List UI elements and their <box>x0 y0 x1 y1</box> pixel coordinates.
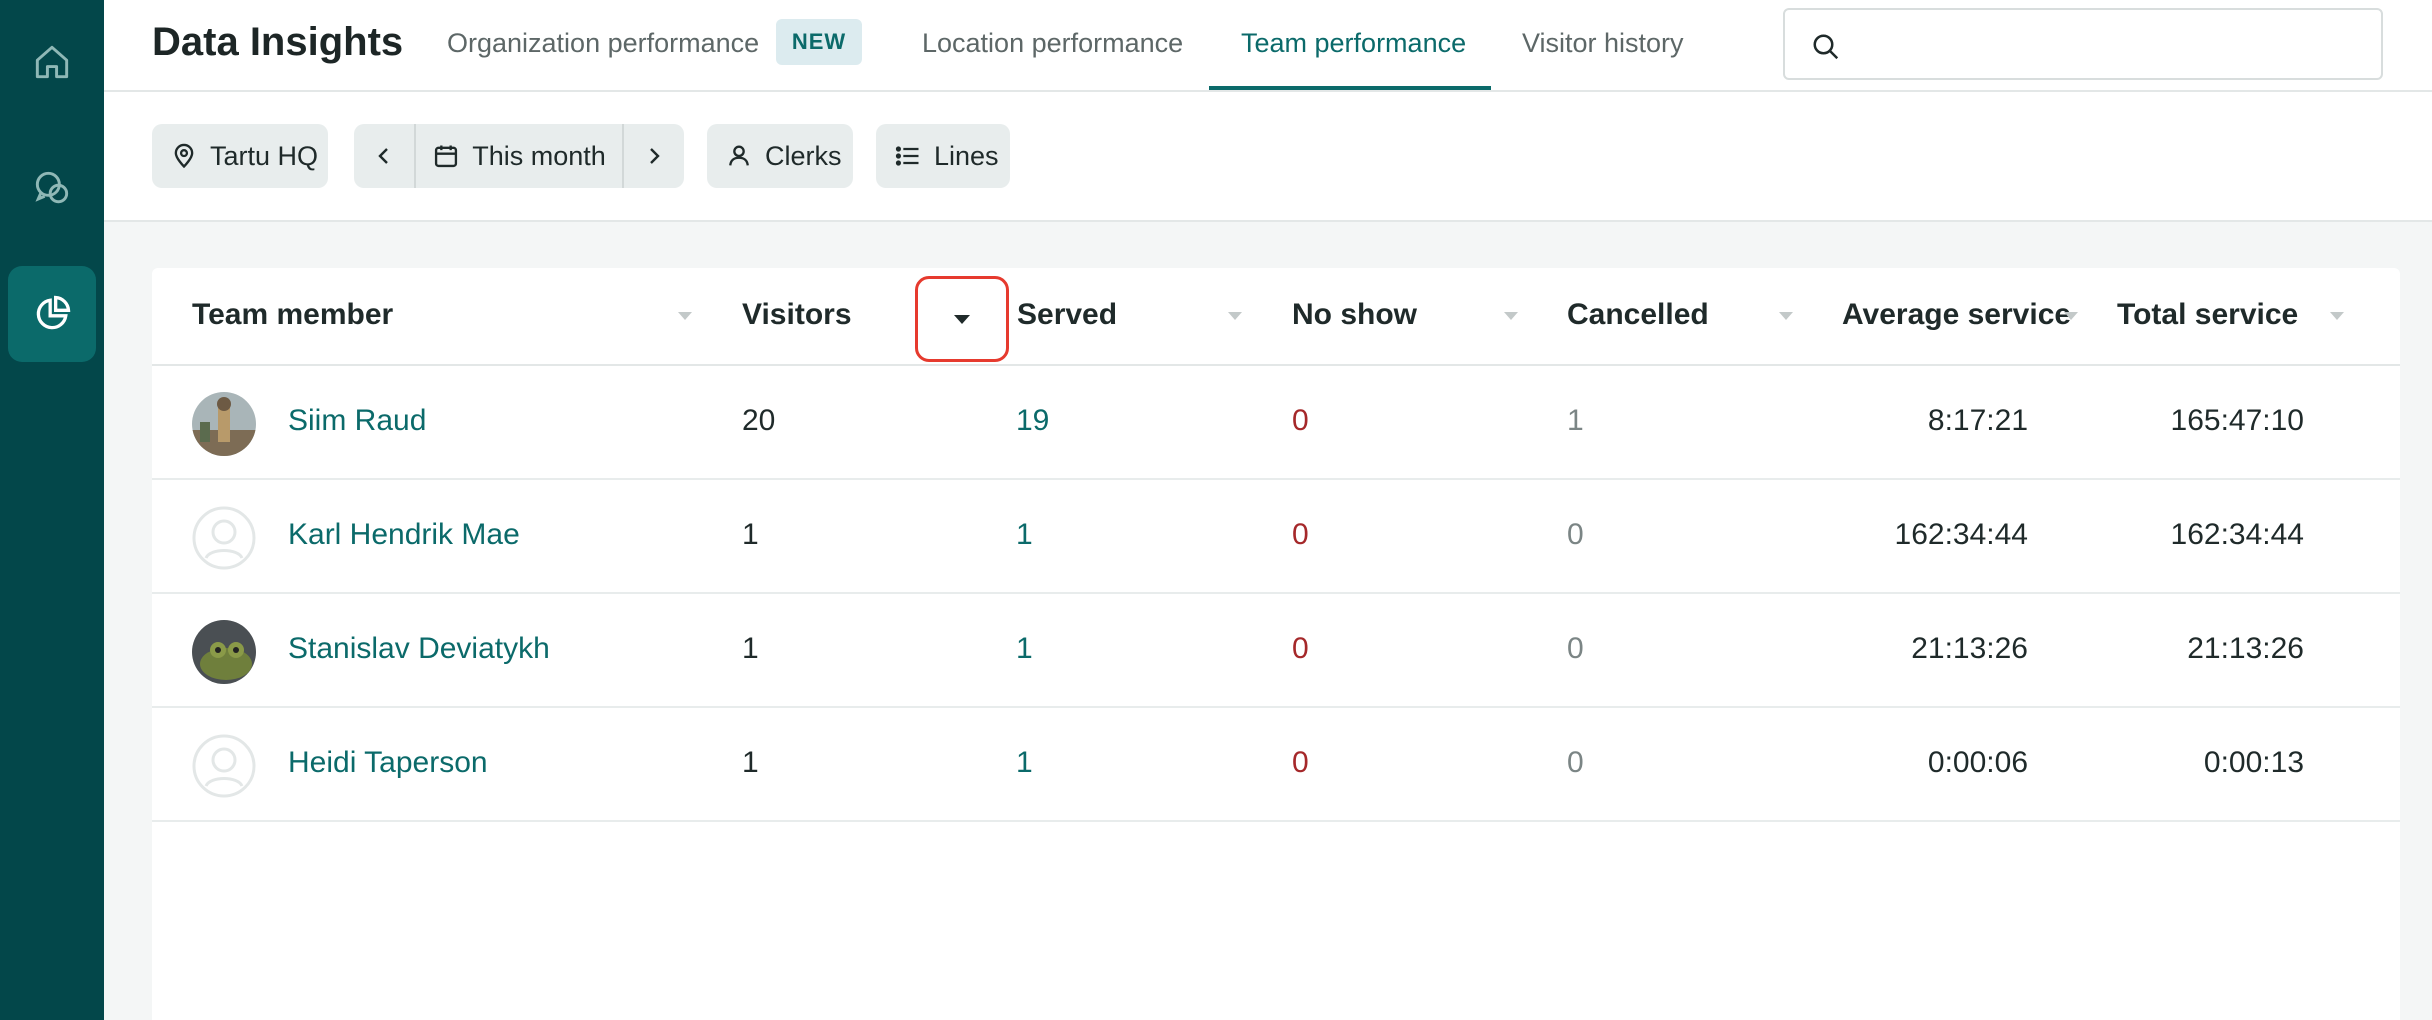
search-icon <box>1813 34 1839 60</box>
average-service-value: 0:00:06 <box>1927 746 2028 779</box>
avatar <box>192 620 256 684</box>
column-header-visitors[interactable]: Visitors <box>742 298 852 332</box>
tab-team-performance[interactable]: Team performance <box>1241 28 1466 59</box>
list-icon <box>894 142 922 170</box>
served-value: 19 <box>1016 404 1050 437</box>
table-row[interactable]: Karl Hendrik Mae 1 1 0 0 162:34:44 162:3… <box>152 480 2400 594</box>
no-show-value: 0 <box>1292 518 1309 551</box>
avatar <box>192 506 256 570</box>
cancelled-value: 1 <box>1567 404 1584 437</box>
column-header-team-member[interactable]: Team member <box>192 298 393 332</box>
location-filter[interactable]: Tartu HQ <box>152 124 328 188</box>
team-member-name-link[interactable]: Siim Raud <box>288 404 426 438</box>
cancelled-value: 0 <box>1567 632 1584 665</box>
role-filter-label: Clerks <box>765 140 842 171</box>
location-pin-icon <box>170 142 198 170</box>
person-icon <box>725 142 753 170</box>
page-title: Data Insights <box>152 20 404 64</box>
sort-visitors-button[interactable] <box>915 276 1009 362</box>
sidebar-item-conversations[interactable] <box>8 140 96 236</box>
search-box <box>1783 8 2383 80</box>
table-row[interactable]: Heidi Taperson 1 1 0 0 0:00:06 0:00:13 <box>152 708 2400 822</box>
cancelled-value: 0 <box>1567 518 1584 551</box>
chevron-left-icon <box>378 148 388 164</box>
period-selector[interactable]: This month <box>416 124 622 188</box>
team-member-name-link[interactable]: Heidi Taperson <box>288 746 488 780</box>
column-header-no-show[interactable]: No show <box>1292 298 1417 332</box>
home-icon <box>35 45 69 79</box>
new-badge: NEW <box>776 19 862 65</box>
total-service-value: 21:13:26 <box>2187 632 2304 665</box>
visitors-value: 1 <box>742 518 759 551</box>
served-value: 1 <box>1016 746 1033 779</box>
filter-bar: Tartu HQ This month Clerks Lines <box>104 92 2432 222</box>
caret-down-icon <box>954 314 970 324</box>
average-service-value: 21:13:26 <box>1911 632 2028 665</box>
location-filter-label: Tartu HQ <box>210 140 319 171</box>
active-tab-indicator <box>1209 86 1491 90</box>
no-show-value: 0 <box>1292 746 1309 779</box>
sidebar-item-insights[interactable] <box>8 266 96 362</box>
chevron-right-icon <box>650 148 660 164</box>
tab-organization-performance[interactable]: Organization performance <box>447 28 759 59</box>
cancelled-value: 0 <box>1567 746 1584 779</box>
total-service-value: 162:34:44 <box>2170 518 2304 551</box>
column-header-total-service[interactable]: Total service <box>2117 298 2298 332</box>
sort-average-service-icon[interactable] <box>2064 312 2078 320</box>
sort-total-service-icon[interactable] <box>2330 312 2344 320</box>
avatar <box>192 392 256 456</box>
total-service-value: 165:47:10 <box>2170 404 2304 437</box>
served-value: 1 <box>1016 632 1033 665</box>
sort-served-icon[interactable] <box>1228 312 1242 320</box>
visitors-value: 1 <box>742 746 759 779</box>
avatar <box>192 734 256 798</box>
table-header: Team member Visitors Served No show Canc… <box>152 268 2400 366</box>
pie-chart-icon <box>36 295 71 330</box>
chat-bubbles-icon <box>35 171 69 204</box>
sidebar-item-home[interactable] <box>8 14 96 110</box>
no-show-value: 0 <box>1292 404 1309 437</box>
date-range-filter: This month <box>354 124 684 188</box>
column-header-served[interactable]: Served <box>1017 298 1117 332</box>
calendar-icon <box>435 145 458 168</box>
next-period-button[interactable] <box>622 124 684 188</box>
top-bar: Data Insights Organization performance N… <box>104 0 2432 92</box>
column-header-average-service[interactable]: Average service <box>1842 298 2071 332</box>
average-service-value: 162:34:44 <box>1894 518 2028 551</box>
average-service-value: 8:17:21 <box>1927 404 2028 437</box>
sort-cancelled-icon[interactable] <box>1779 312 1793 320</box>
total-service-value: 0:00:13 <box>2203 746 2304 779</box>
visitors-value: 1 <box>742 632 759 665</box>
period-label: This month <box>472 140 606 171</box>
team-member-name-link[interactable]: Stanislav Deviatykh <box>288 632 550 666</box>
visitors-value: 20 <box>742 404 776 437</box>
sidebar <box>0 0 104 1020</box>
table-row[interactable]: Stanislav Deviatykh 1 1 0 0 21:13:26 21:… <box>152 594 2400 708</box>
role-filter[interactable]: Clerks <box>707 124 853 188</box>
column-header-cancelled[interactable]: Cancelled <box>1567 298 1709 332</box>
sort-team-member-icon[interactable] <box>678 312 692 320</box>
table-row[interactable]: Siim Raud 20 19 0 1 8:17:21 165:47:10 <box>152 366 2400 480</box>
served-value: 1 <box>1016 518 1033 551</box>
no-show-value: 0 <box>1292 632 1309 665</box>
previous-period-button[interactable] <box>354 124 416 188</box>
sort-no-show-icon[interactable] <box>1504 312 1518 320</box>
view-filter[interactable]: Lines <box>876 124 1010 188</box>
tab-visitor-history[interactable]: Visitor history <box>1522 28 1684 59</box>
search-input[interactable] <box>1855 20 2365 68</box>
tab-location-performance[interactable]: Location performance <box>922 28 1183 59</box>
team-member-name-link[interactable]: Karl Hendrik Mae <box>288 518 520 552</box>
view-filter-label: Lines <box>934 140 999 171</box>
team-performance-table: Team member Visitors Served No show Canc… <box>152 268 2400 1020</box>
